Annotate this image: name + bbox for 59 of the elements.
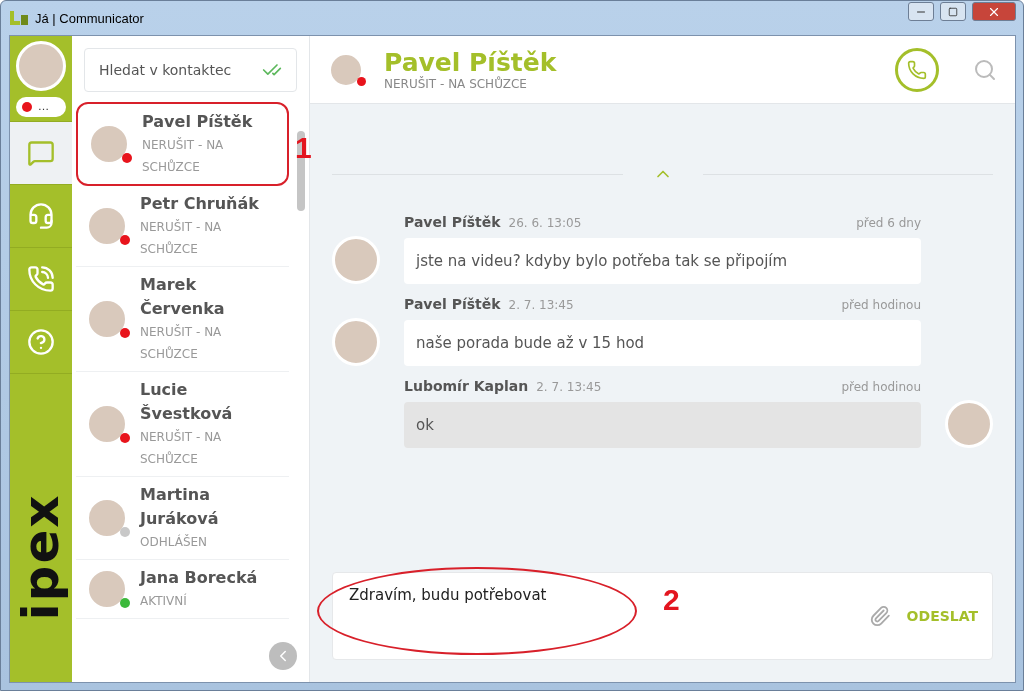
- annotation-number: 2: [663, 583, 680, 617]
- contact-item[interactable]: Lucie Švestková NERUŠIT - NA SCHŮZCE: [76, 372, 289, 477]
- contact-name: Marek Červenka: [140, 274, 226, 320]
- message-author: Lubomír Kaplan: [404, 378, 529, 394]
- paperclip-icon[interactable]: [868, 605, 891, 627]
- message-date: 26. 6. 13:05: [508, 216, 582, 230]
- close-button[interactable]: [972, 2, 1016, 21]
- contact-name: Pavel Píštěk: [384, 48, 557, 77]
- contact-status: NERUŠIT - NA SCHŮZCE: [140, 428, 223, 468]
- chat-icon: [27, 139, 55, 167]
- contact-name: Martina Juráková: [140, 484, 220, 530]
- contact-name: Petr Chruňák: [140, 193, 260, 215]
- headset-icon: [27, 202, 55, 230]
- search-icon: [973, 57, 997, 82]
- message-author: Pavel Píštěk: [404, 296, 501, 312]
- contact-item[interactable]: Jana Borecká AKTIVNÍ: [76, 560, 289, 619]
- message-age: před 6 dny: [856, 216, 921, 230]
- minimize-button[interactable]: [908, 2, 934, 21]
- contact-name: Pavel Píštěk: [142, 111, 254, 133]
- message-author: Pavel Píštěk: [404, 214, 501, 230]
- avatar-placeholder: [945, 400, 993, 448]
- message-bubble: ok: [404, 402, 921, 448]
- contact-status: NERUŠIT - NA SCHŮZCE: [384, 77, 528, 91]
- collapse-button[interactable]: [269, 642, 297, 670]
- contact-status: AKTIVNÍ: [140, 592, 188, 610]
- contact-status: ODHLÁŠEN: [140, 533, 209, 551]
- contact-item[interactable]: Marek Červenka NERUŠIT - NA SCHŮZCE: [76, 267, 289, 372]
- contact-status: NERUŠIT - NA SCHŮZCE: [140, 323, 223, 363]
- contact-name: Lucie Švestková: [140, 379, 234, 425]
- avatar-placeholder: [16, 40, 66, 91]
- message-age: před hodinou: [841, 298, 921, 312]
- maximize-button[interactable]: [940, 2, 966, 21]
- window-title: Já | Communicator: [35, 10, 144, 26]
- message-date: 2. 7. 13:45: [536, 380, 602, 394]
- contact-status: NERUŠIT - NA SCHŮZCE: [142, 136, 225, 176]
- app-logo-icon: [9, 9, 29, 27]
- phone-list-icon: [27, 265, 55, 293]
- message-bubble: jste na videu? kdyby bylo potřeba tak se připojím: [404, 238, 921, 284]
- message-input[interactable]: Zdravím, budu potřebovat: [347, 585, 647, 605]
- avatar-placeholder: [332, 318, 380, 366]
- status-text: …: [38, 100, 49, 113]
- phone-icon: [907, 59, 927, 80]
- status-pill[interactable]: …: [16, 96, 66, 117]
- contact-item[interactable]: Petr Chruňák NERUŠIT - NA SCHŮZCE: [76, 186, 289, 267]
- message-date: 2. 7. 13:45: [508, 298, 574, 312]
- call-button[interactable]: [895, 47, 939, 92]
- message-age: před hodinou: [841, 380, 921, 394]
- message-bubble: naše porada bude až v 15 hod: [404, 320, 921, 366]
- contact-name: Jana Borecká: [140, 567, 259, 589]
- search-button[interactable]: [973, 57, 997, 82]
- contact-item[interactable]: Martina Juráková ODHLÁŠEN: [76, 477, 289, 560]
- avatar-placeholder: [332, 236, 380, 284]
- maximize-icon: [948, 6, 958, 17]
- brand-logo: ipex: [16, 493, 66, 621]
- search-field[interactable]: Hledat v kontaktec: [84, 48, 297, 92]
- contact-status: NERUŠIT - NA SCHŮZCE: [140, 218, 223, 258]
- annotation-number: 1: [295, 131, 312, 165]
- contact-item[interactable]: Pavel Píštěk NERUŠIT - NA SCHŮZCE: [76, 102, 289, 186]
- help-icon: [27, 328, 55, 356]
